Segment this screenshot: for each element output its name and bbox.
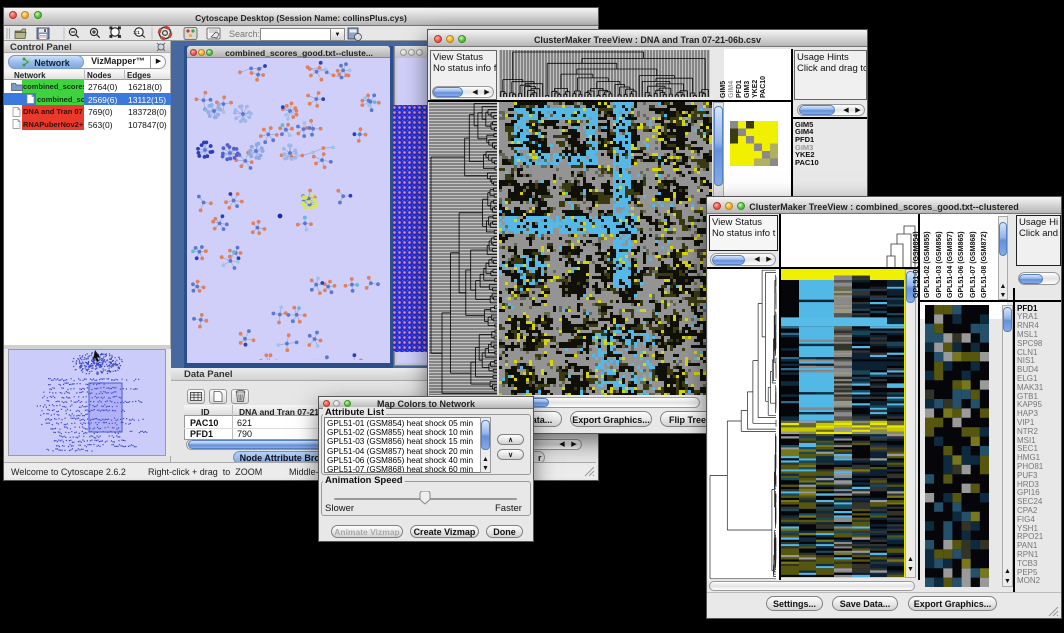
svg-text:1:1: 1:1 <box>133 30 140 35</box>
